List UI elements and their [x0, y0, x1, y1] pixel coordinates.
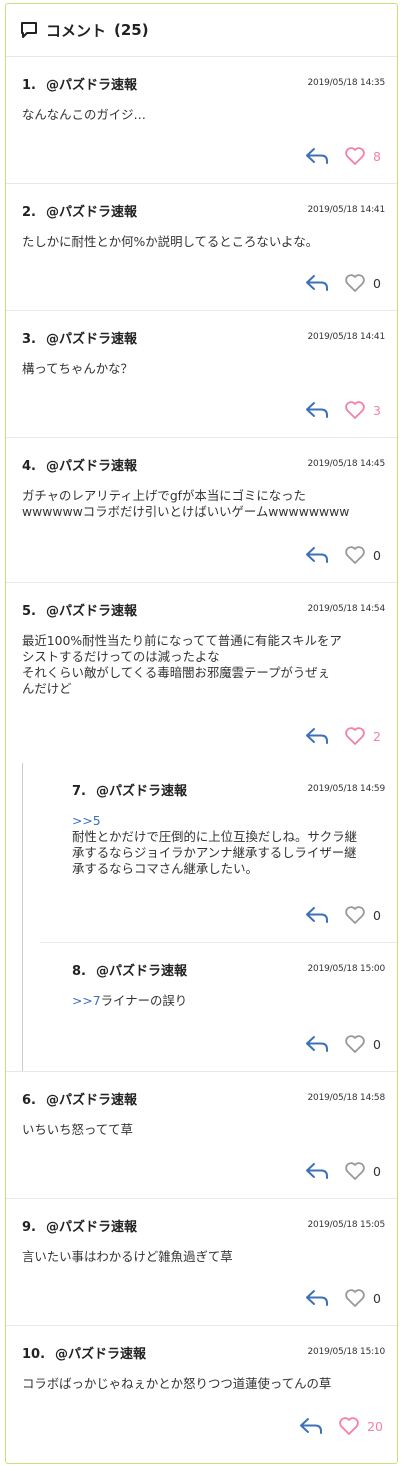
comment-date: 2019/05/18 15:10	[307, 1347, 386, 1357]
reply-icon[interactable]	[298, 1416, 324, 1436]
reply-icon[interactable]	[304, 400, 330, 420]
reply-icon[interactable]	[304, 1161, 330, 1181]
like-count: 0	[373, 1036, 381, 1052]
like-heart-icon[interactable]	[344, 725, 366, 747]
comment-text: たしかに耐性とか何%か説明してるところないよな。	[22, 234, 319, 249]
comment-item: 6. @パズドラ速報 2019/05/18 14:58 いちいち怒ってて草 0	[6, 1072, 397, 1199]
like-count: 0	[373, 275, 381, 291]
reply-icon[interactable]	[304, 1034, 330, 1054]
like-count: 0	[373, 547, 381, 563]
comment-icon	[21, 22, 37, 38]
comment-item: 5. @パズドラ速報 2019/05/18 14:54 最近100%耐性当たり前にな…	[6, 583, 397, 763]
like-heart-icon[interactable]	[344, 904, 366, 926]
like-heart-icon[interactable]	[344, 1160, 366, 1182]
comment-author[interactable]: 2. @パズドラ速報	[22, 201, 137, 220]
comment-text: いちいち怒ってて草	[22, 1122, 133, 1137]
comment-author[interactable]: 9. @パズドラ速報	[22, 1216, 137, 1235]
comment-panel: コメント (25) 1. @パズドラ速報 2019/05/18 14:35 なんなん…	[5, 3, 398, 1464]
like-heart-icon[interactable]	[344, 1287, 366, 1309]
like-count: 8	[373, 148, 381, 164]
comment-author[interactable]: 1. @パズドラ速報	[22, 74, 137, 93]
comment-date: 2019/05/18 14:35	[307, 78, 386, 88]
like-heart-icon[interactable]	[338, 1415, 360, 1437]
quote-link[interactable]: >>7	[72, 993, 101, 1008]
comment-date: 2019/05/18 14:58	[307, 1093, 386, 1103]
comment-text: >>5 耐性とかだけで圧倒的に上位互換だしね。サクラ継 承するならジョイラかアンナ継…	[72, 813, 383, 877]
comment-date: 2019/05/18 15:00	[307, 964, 386, 974]
comment-item: 4. @パズドラ速報 2019/05/18 14:45 ガチャのレアリティ上げでgf…	[6, 438, 397, 583]
like-count: 2	[373, 728, 381, 744]
comment-date: 2019/05/18 14:54	[307, 604, 386, 614]
comment-text: ガチャのレアリティ上げでgfが本当にゴミになった wwwwwwコラボだけ引いとけば…	[22, 488, 350, 519]
comment-text: コラボばっかじゃねぇかとか怒りつつ道蓮使ってんの草	[22, 1376, 332, 1391]
comment-author[interactable]: 6. @パズドラ速報	[22, 1089, 137, 1108]
like-heart-icon[interactable]	[344, 544, 366, 566]
reply-icon[interactable]	[304, 146, 330, 166]
comment-text: 言いたい事はわかるけど雑魚過ぎて草	[22, 1249, 233, 1264]
comment-text: 最近100%耐性当たり前になってて普通に有能スキルをア シストするだけってのは減っ…	[22, 633, 342, 696]
like-heart-icon[interactable]	[344, 272, 366, 294]
like-count: 3	[373, 402, 381, 418]
comment-item: 3. @パズドラ速報 2019/05/18 14:41 構ってちゃんかな？ 3	[6, 311, 397, 438]
comment-date: 2019/05/18 14:41	[307, 205, 386, 215]
comment-date: 2019/05/18 14:41	[307, 332, 386, 342]
comment-item: 2. @パズドラ速報 2019/05/18 14:41 たしかに耐性とか何%か説明し…	[6, 184, 397, 311]
comments-header: コメント (25)	[6, 4, 397, 57]
comment-author[interactable]: 8. @パズドラ速報	[72, 960, 187, 979]
quote-link[interactable]: >>5	[72, 813, 383, 829]
comments-title: コメント	[46, 21, 107, 40]
comment-date: 2019/05/18 15:05	[307, 1220, 386, 1230]
comment-author[interactable]: 3. @パズドラ速報	[22, 328, 137, 347]
like-count: 20	[367, 1418, 383, 1434]
comments-count: (25)	[114, 21, 149, 39]
comment-author[interactable]: 10. @パズドラ速報	[22, 1343, 146, 1362]
comment-author[interactable]: 4. @パズドラ速報	[22, 455, 137, 474]
comment-date: 2019/05/18 14:45	[307, 459, 386, 469]
comment-item: 1. @パズドラ速報 2019/05/18 14:35 なんなんこのガイジ… 8	[6, 57, 397, 184]
like-count: 0	[373, 1163, 381, 1179]
reply-icon[interactable]	[304, 545, 330, 565]
like-count: 0	[373, 907, 381, 923]
comment-text: なんなんこのガイジ…	[22, 107, 146, 122]
comment-author[interactable]: 7. @パズドラ速報	[72, 780, 187, 799]
reply-item: 8. @パズドラ速報 2019/05/18 15:00 >>7ライナーの誤り 0	[40, 943, 397, 1071]
reply-item: 7. @パズドラ速報 2019/05/18 14:59 >>5 耐性とかだけで圧倒的に…	[40, 763, 397, 943]
reply-icon[interactable]	[304, 726, 330, 746]
comment-text: >>7ライナーの誤り	[72, 993, 188, 1008]
comment-item: 10. @パズドラ速報 2019/05/18 15:10 コラボばっかじゃねぇかとか…	[6, 1326, 397, 1453]
like-heart-icon[interactable]	[344, 145, 366, 167]
reply-thread: 7. @パズドラ速報 2019/05/18 14:59 >>5 耐性とかだけで圧倒的に…	[6, 763, 397, 1072]
like-count: 0	[373, 1290, 381, 1306]
like-heart-icon[interactable]	[344, 399, 366, 421]
reply-icon[interactable]	[304, 905, 330, 925]
reply-icon[interactable]	[304, 1288, 330, 1308]
reply-icon[interactable]	[304, 273, 330, 293]
thread-line	[22, 763, 23, 1071]
comment-item: 9. @パズドラ速報 2019/05/18 15:05 言いたい事はわかるけど雑魚過…	[6, 1199, 397, 1326]
comment-date: 2019/05/18 14:59	[307, 784, 386, 794]
comment-author[interactable]: 5. @パズドラ速報	[22, 600, 137, 619]
comment-text: 構ってちゃんかな？	[22, 361, 133, 376]
like-heart-icon[interactable]	[344, 1033, 366, 1055]
